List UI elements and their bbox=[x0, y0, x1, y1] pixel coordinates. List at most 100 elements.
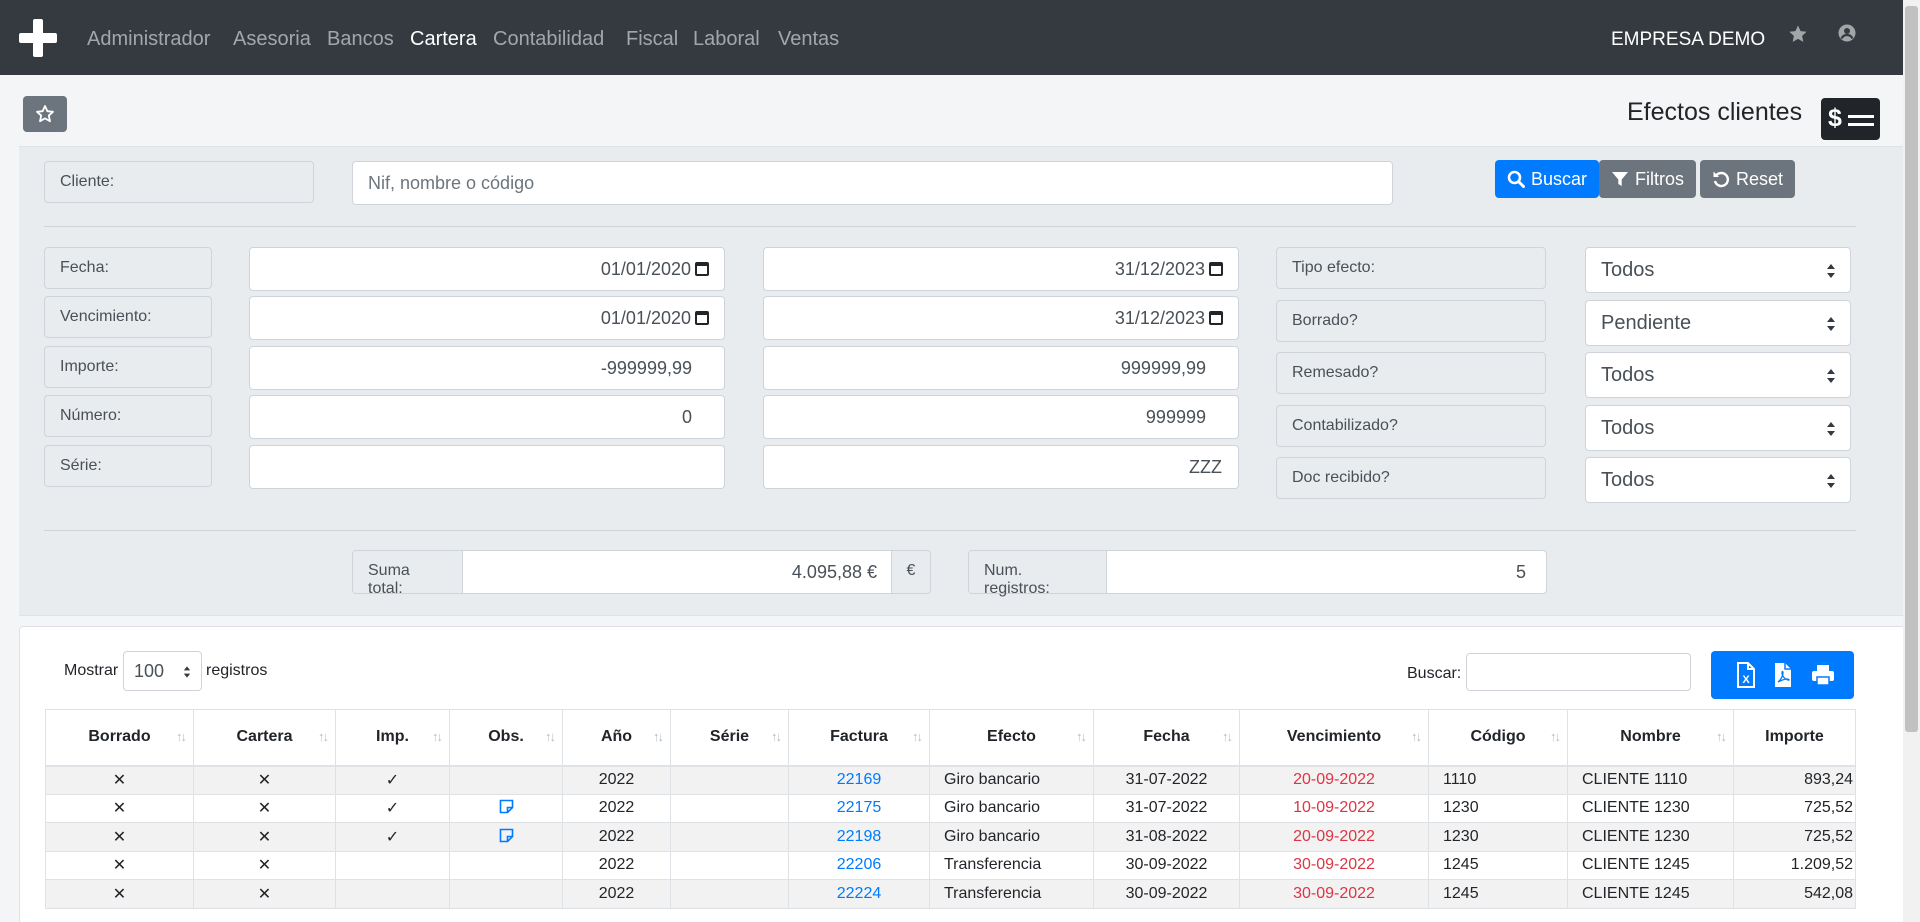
column-header[interactable]: Factura ↑↓ bbox=[788, 709, 930, 767]
factura-cell: 22175 bbox=[788, 793, 930, 823]
sort-icon[interactable]: ↑↓ bbox=[653, 729, 664, 744]
serie-cell bbox=[670, 765, 789, 795]
sort-icon[interactable]: ↑↓ bbox=[545, 729, 556, 744]
factura-link[interactable]: 22175 bbox=[837, 799, 882, 816]
sort-icon[interactable]: ↑↓ bbox=[432, 729, 443, 744]
borrado-cell: ✕ bbox=[45, 765, 194, 795]
sort-icon[interactable]: ↑↓ bbox=[318, 729, 329, 744]
nav-item-contabilidad[interactable]: Contabilidad bbox=[493, 28, 604, 51]
column-header-label: Año bbox=[600, 728, 633, 746]
star-icon[interactable] bbox=[1788, 24, 1808, 49]
page-length-select[interactable]: 100 bbox=[123, 651, 202, 691]
dollar-lines-icon: $ bbox=[1821, 98, 1880, 140]
note-icon[interactable] bbox=[499, 828, 514, 843]
table-row[interactable]: ✕ ✕ ✓ 2022 22169 Giro bancario 31-07-2022 20-09… bbox=[45, 765, 1856, 795]
vencimiento-from-input[interactable]: 01/01/2020 bbox=[249, 296, 725, 340]
remesado-select[interactable]: Todos bbox=[1585, 352, 1851, 398]
nombre-cell: CLIENTE 1230 bbox=[1567, 793, 1734, 823]
nav-item-laboral[interactable]: Laboral bbox=[693, 28, 760, 51]
sort-icon[interactable]: ↑↓ bbox=[912, 729, 923, 744]
calendar-icon[interactable] bbox=[1209, 311, 1223, 325]
column-header[interactable]: Nombre ↑↓ bbox=[1567, 709, 1734, 767]
table-row[interactable]: ✕ ✕ ✓ 2022 22175 Giro bancario 31-07-2022 10-09… bbox=[45, 793, 1856, 823]
records-label: registros bbox=[206, 662, 268, 679]
column-header[interactable]: Efecto ↑↓ bbox=[929, 709, 1094, 767]
note-icon[interactable] bbox=[499, 799, 514, 814]
obs-cell bbox=[449, 822, 563, 852]
borrado-select[interactable]: Pendiente bbox=[1585, 300, 1851, 346]
calendar-icon[interactable] bbox=[695, 311, 709, 325]
factura-link[interactable]: 22198 bbox=[837, 828, 882, 845]
factura-link[interactable]: 22169 bbox=[837, 771, 882, 788]
sort-icon[interactable]: ↑↓ bbox=[1222, 729, 1233, 744]
filtros-button[interactable]: Filtros bbox=[1599, 160, 1696, 198]
calendar-icon[interactable] bbox=[695, 262, 709, 276]
sort-icon[interactable]: ↑↓ bbox=[1411, 729, 1422, 744]
borrado-label: Borrado? bbox=[1276, 300, 1546, 342]
factura-link[interactable]: 22224 bbox=[837, 885, 882, 902]
calendar-icon[interactable] bbox=[1209, 262, 1223, 276]
nav-item-cartera[interactable]: Cartera bbox=[410, 28, 477, 51]
excel-icon[interactable]: X bbox=[1731, 661, 1759, 689]
column-header[interactable]: Fecha ↑↓ bbox=[1093, 709, 1240, 767]
nav-item-administrador[interactable]: Administrador bbox=[87, 28, 210, 51]
nav-item-fiscal[interactable]: Fiscal bbox=[626, 28, 678, 51]
nav-item-ventas[interactable]: Ventas bbox=[778, 28, 839, 51]
codigo-cell: 1245 bbox=[1428, 850, 1568, 880]
cliente-input[interactable]: Nif, nombre o código bbox=[352, 161, 1393, 205]
doc-recibido-select[interactable]: Todos bbox=[1585, 457, 1851, 503]
table-row[interactable]: ✕ ✕ ✓ 2022 22198 Giro bancario 31-08-2022 20-09… bbox=[45, 822, 1856, 852]
tipo-efecto-select[interactable]: Todos bbox=[1585, 247, 1851, 293]
nav-item-asesoria[interactable]: Asesoria bbox=[233, 28, 311, 51]
table-row[interactable]: ✕ ✕ 2022 22206 Transferencia 30-09-2022 30-09-… bbox=[45, 850, 1856, 880]
efecto-cell: Giro bancario bbox=[929, 822, 1094, 852]
reset-button[interactable]: Reset bbox=[1700, 160, 1796, 198]
sort-icon[interactable]: ↑↓ bbox=[176, 729, 187, 744]
table-search-input[interactable] bbox=[1466, 653, 1691, 691]
factura-link[interactable]: 22206 bbox=[837, 856, 882, 873]
select-arrows-icon bbox=[1827, 474, 1835, 488]
table-row[interactable]: ✕ ✕ 2022 22224 Transferencia 30-09-2022 30-09-… bbox=[45, 879, 1856, 909]
numero-to-input[interactable]: 999999 bbox=[763, 395, 1239, 439]
factura-cell: 22169 bbox=[788, 765, 930, 795]
serie-from-input[interactable] bbox=[249, 445, 725, 489]
divider bbox=[44, 226, 1856, 227]
print-icon[interactable] bbox=[1809, 661, 1837, 689]
column-header[interactable]: Año ↑↓ bbox=[562, 709, 671, 767]
column-header[interactable]: Importe bbox=[1733, 709, 1856, 767]
undo-icon bbox=[1713, 171, 1730, 188]
column-header[interactable]: Borrado ↑↓ bbox=[45, 709, 194, 767]
codigo-cell: 1230 bbox=[1428, 822, 1568, 852]
sort-icon[interactable]: ↑↓ bbox=[1716, 729, 1727, 744]
sort-icon[interactable]: ↑↓ bbox=[771, 729, 782, 744]
fecha-cell: 31-07-2022 bbox=[1093, 793, 1240, 823]
user-icon[interactable] bbox=[1838, 24, 1856, 47]
serie-cell bbox=[670, 850, 789, 880]
buscar-button[interactable]: Buscar bbox=[1495, 160, 1600, 198]
numero-from-input[interactable]: 0 bbox=[249, 395, 725, 439]
serie-to-input[interactable]: ZZZ bbox=[763, 445, 1239, 489]
contabilizado-select[interactable]: Todos bbox=[1585, 405, 1851, 451]
serie-cell bbox=[670, 793, 789, 823]
column-header[interactable]: Obs. ↑↓ bbox=[449, 709, 563, 767]
importe-from-input[interactable]: -999999,99 bbox=[249, 346, 725, 390]
importe-to-input[interactable]: 999999,99 bbox=[763, 346, 1239, 390]
sort-icon[interactable]: ↑↓ bbox=[1076, 729, 1087, 744]
column-header[interactable]: Vencimiento ↑↓ bbox=[1239, 709, 1429, 767]
sort-icon[interactable]: ↑↓ bbox=[1550, 729, 1561, 744]
anio-cell: 2022 bbox=[562, 850, 671, 880]
vencimiento-to-input[interactable]: 31/12/2023 bbox=[763, 296, 1239, 340]
fecha-label: Fecha: bbox=[44, 247, 212, 289]
column-header[interactable]: Série ↑↓ bbox=[670, 709, 789, 767]
nav-item-bancos[interactable]: Bancos bbox=[327, 28, 394, 51]
fecha-to-input[interactable]: 31/12/2023 bbox=[763, 247, 1239, 291]
column-header[interactable]: Cartera ↑↓ bbox=[193, 709, 336, 767]
scrollbar-thumb[interactable] bbox=[1905, 6, 1918, 732]
plus-logo-icon[interactable] bbox=[19, 19, 57, 57]
column-header[interactable]: Imp. ↑↓ bbox=[335, 709, 450, 767]
column-header[interactable]: Código ↑↓ bbox=[1428, 709, 1568, 767]
pdf-icon[interactable] bbox=[1768, 661, 1796, 689]
company-name[interactable]: EMPRESA DEMO bbox=[1611, 29, 1765, 51]
favorite-button[interactable] bbox=[23, 96, 67, 132]
fecha-from-input[interactable]: 01/01/2020 bbox=[249, 247, 725, 291]
